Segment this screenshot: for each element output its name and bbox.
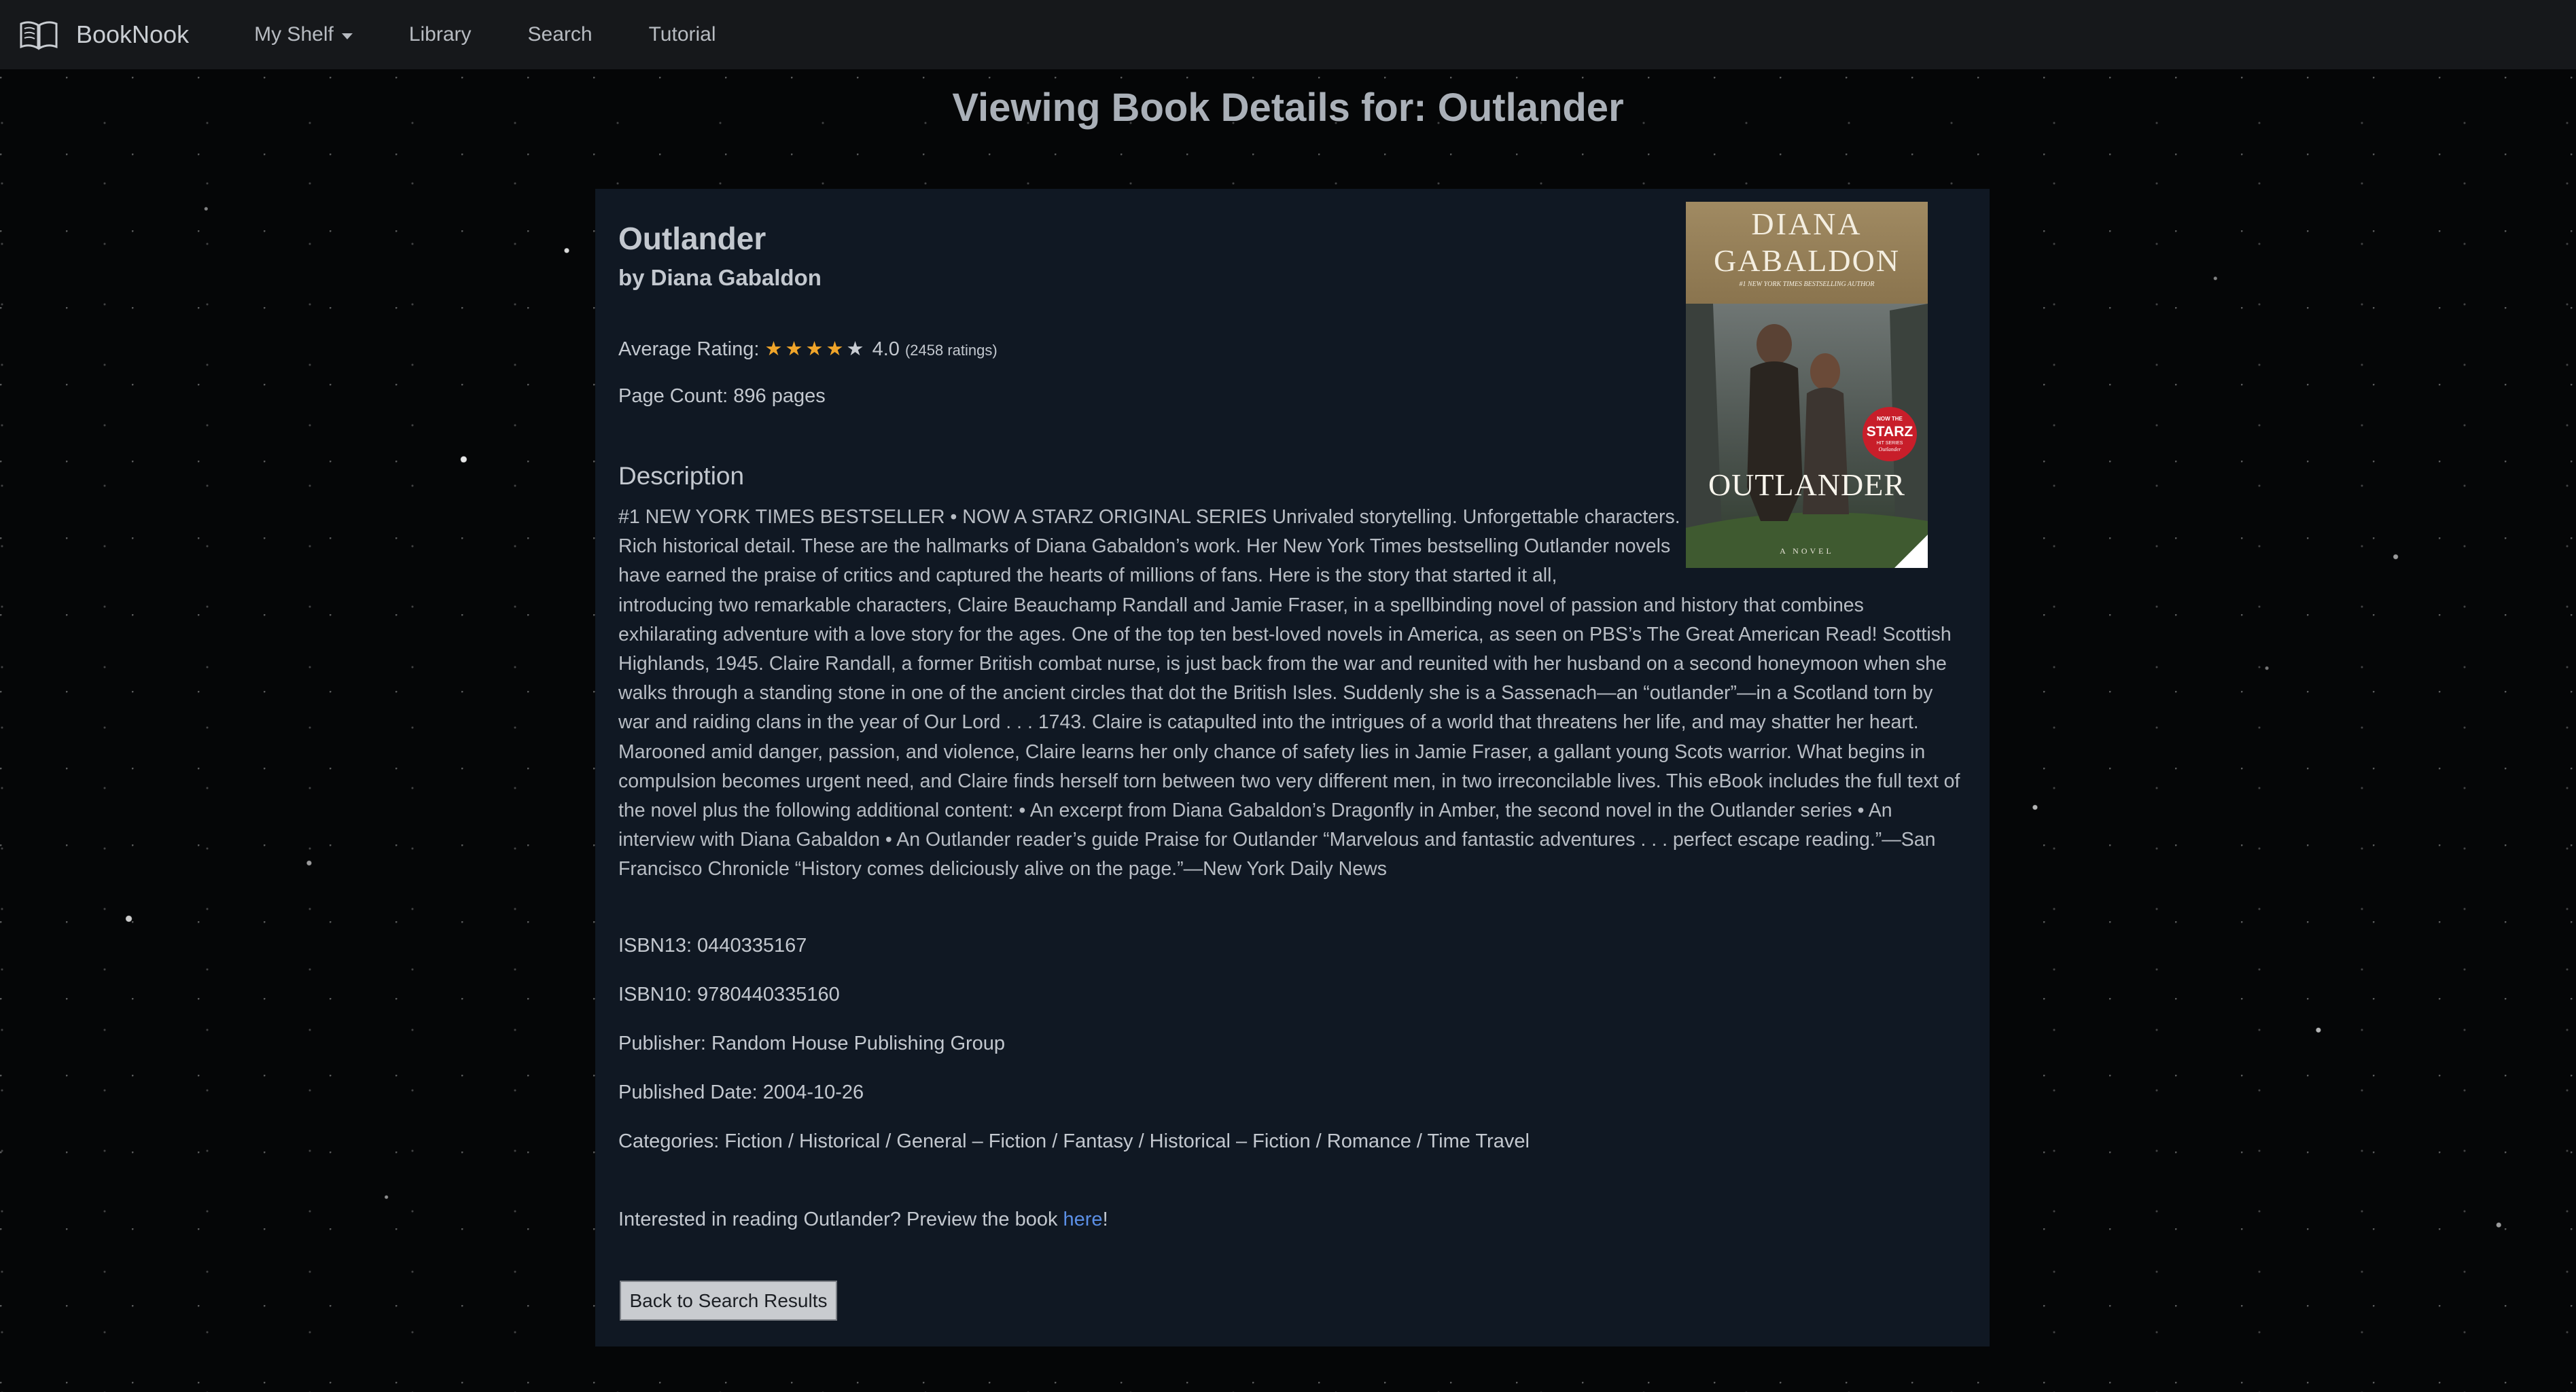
description-heading: Description (618, 462, 745, 490)
book-cover-image: NOW THE STARZ HIT SERIES Outlander DIANA… (1686, 202, 1928, 568)
description-line: introducing two remarkable characters, C… (618, 594, 1864, 616)
nav-my-shelf-label: My Shelf (254, 23, 334, 46)
brand-name: BookNook (76, 20, 190, 48)
page-title: Viewing Book Details for: Outlander (952, 86, 1624, 130)
caret-down-icon (341, 33, 353, 39)
cover-badge-line1: NOW THE (1877, 416, 1903, 422)
nav-my-shelf-dropdown[interactable]: My Shelf (254, 23, 353, 46)
cover-badge-line2: STARZ (1867, 424, 1913, 440)
cover-title: OUTLANDER (1708, 467, 1905, 502)
star-icon: ★ (805, 338, 826, 360)
description-line: exhilarating adventure with a love story… (618, 623, 1960, 880)
categories: Categories: Fiction / Historical / Gener… (618, 1130, 1530, 1152)
description-body: introducing two remarkable characters, C… (618, 591, 1964, 885)
description-line: #1 NEW YORK TIMES BESTSELLER • NOW A STA… (618, 506, 1680, 528)
preview-prefix: Interested in reading Outlander? Preview… (618, 1209, 1063, 1230)
rating-value: 4.0 (872, 338, 900, 360)
open-book-icon (20, 21, 58, 50)
back-to-search-results-button[interactable]: Back to Search Results (620, 1281, 837, 1321)
average-rating: Average Rating: ★★★★★ 4.0 (2458 ratings) (618, 337, 998, 361)
cover-author-first: DIANA (1751, 207, 1862, 241)
cover-badge-line3: HIT SERIES (1877, 441, 1903, 446)
book-details-card: Outlander by Diana Gabaldon NOW THE STAR… (595, 189, 1990, 1346)
book-title: Outlander (618, 221, 766, 256)
published-date: Published Date: 2004-10-26 (618, 1082, 864, 1103)
book-author: by Diana Gabaldon (618, 265, 822, 290)
cover-author-last: GABALDON (1714, 243, 1900, 278)
nav-search[interactable]: Search (528, 23, 593, 46)
cover-badge-line4: Outlander (1879, 446, 1902, 452)
cover-subtitle: A NOVEL (1780, 546, 1834, 556)
page-count: Page Count: 896 pages (618, 385, 826, 407)
isbn10: ISBN10: 9780440335160 (618, 984, 840, 1005)
rating-label: Average Rating: (618, 338, 760, 360)
star-icon: ★ (785, 338, 806, 360)
nav-tutorial[interactable]: Tutorial (649, 23, 716, 46)
book-description: #1 NEW YORK TIMES BESTSELLER • NOW A STA… (618, 503, 1960, 885)
description-line: have earned the praise of critics and ca… (618, 565, 1557, 587)
rating-stars: ★★★★★ (765, 338, 867, 360)
preview-text: Interested in reading Outlander? Preview… (618, 1209, 1108, 1231)
description-line: Rich historical detail. These are the ha… (618, 535, 1671, 558)
rating-count: (2458 ratings) (904, 342, 998, 359)
star-icon: ★ (846, 338, 867, 360)
isbn13: ISBN13: 0440335167 (618, 935, 807, 957)
navbar: BookNook My Shelf Library Search Tutoria… (0, 0, 2576, 69)
preview-link[interactable]: here (1063, 1209, 1103, 1230)
preview-suffix: ! (1102, 1209, 1108, 1230)
star-icon: ★ (826, 338, 847, 360)
cover-tagline: #1 NEW YORK TIMES BESTSELLING AUTHOR (1740, 281, 1875, 288)
star-icon: ★ (764, 338, 786, 360)
brand-link[interactable]: BookNook (18, 18, 189, 51)
nav-library[interactable]: Library (409, 23, 472, 46)
publisher: Publisher: Random House Publishing Group (618, 1033, 1006, 1054)
